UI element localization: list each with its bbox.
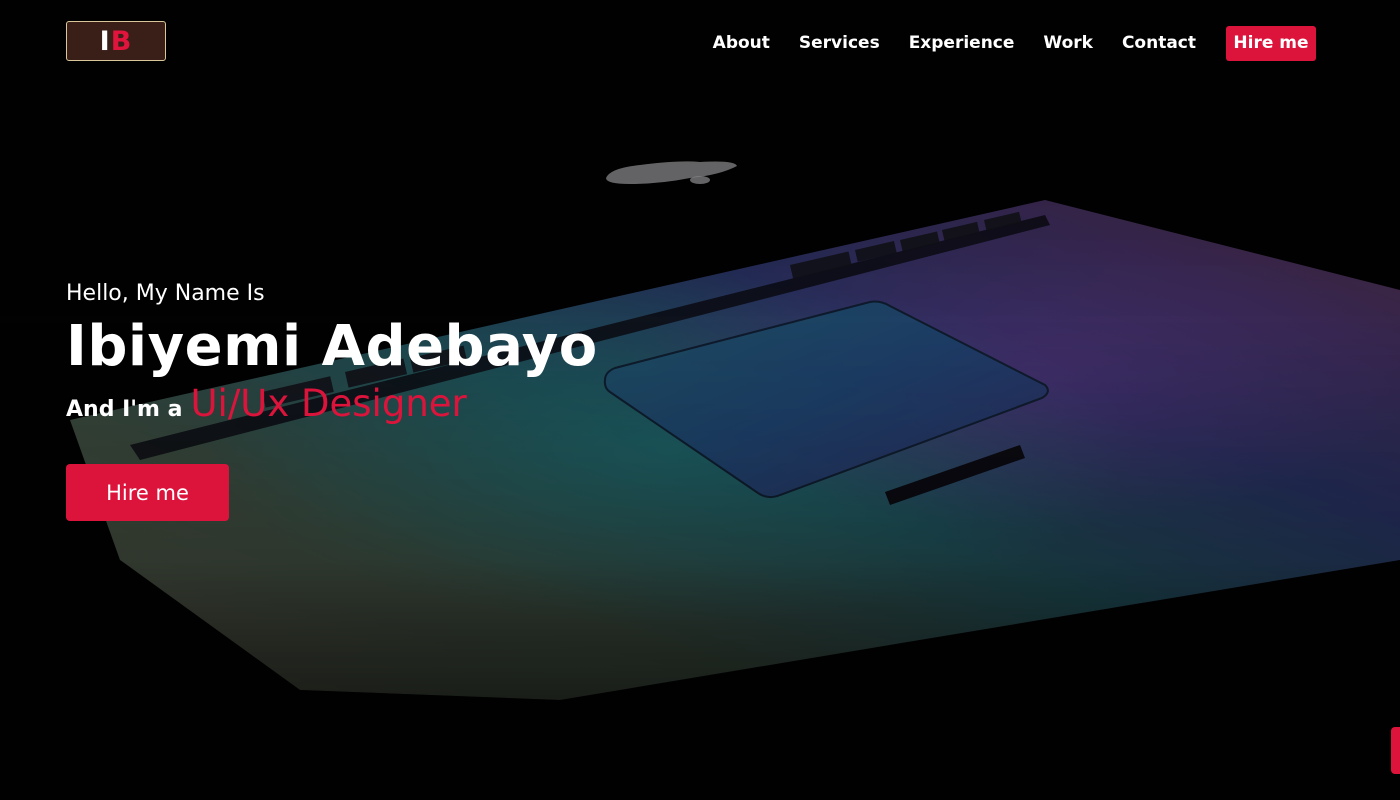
hero-name: Ibiyemi Adebayo: [66, 314, 598, 379]
logo-letter-i: I: [99, 25, 111, 57]
nav-link-contact[interactable]: Contact: [1122, 25, 1196, 61]
landing-page: I B About Services Experience Work Conta…: [0, 0, 1400, 800]
nav-links: About Services Experience Work Contact H…: [684, 25, 1316, 61]
nav-link-experience[interactable]: Experience: [909, 25, 1015, 61]
nav-link-work[interactable]: Work: [1043, 25, 1093, 61]
navbar: I B About Services Experience Work Conta…: [0, 0, 1400, 86]
nav-hire-button[interactable]: Hire me: [1226, 25, 1316, 61]
hero-role: Ui/Ux Designer: [190, 382, 467, 425]
hero-hire-button[interactable]: Hire me: [66, 464, 229, 521]
scroll-to-top-icon[interactable]: [1391, 727, 1400, 774]
logo-letter-b: B: [110, 25, 133, 57]
hero-greeting: Hello, My Name Is: [66, 281, 265, 306]
nav-link-about[interactable]: About: [713, 25, 770, 61]
nav-link-services[interactable]: Services: [799, 25, 880, 61]
hero-section: Hello, My Name Is Ibiyemi Adebayo And I'…: [66, 278, 766, 425]
hero-role-prefix: And I'm a: [66, 397, 183, 422]
hero-role-line: And I'm a Ui/Ux Designer: [66, 382, 766, 425]
brand-logo[interactable]: I B: [66, 21, 166, 61]
